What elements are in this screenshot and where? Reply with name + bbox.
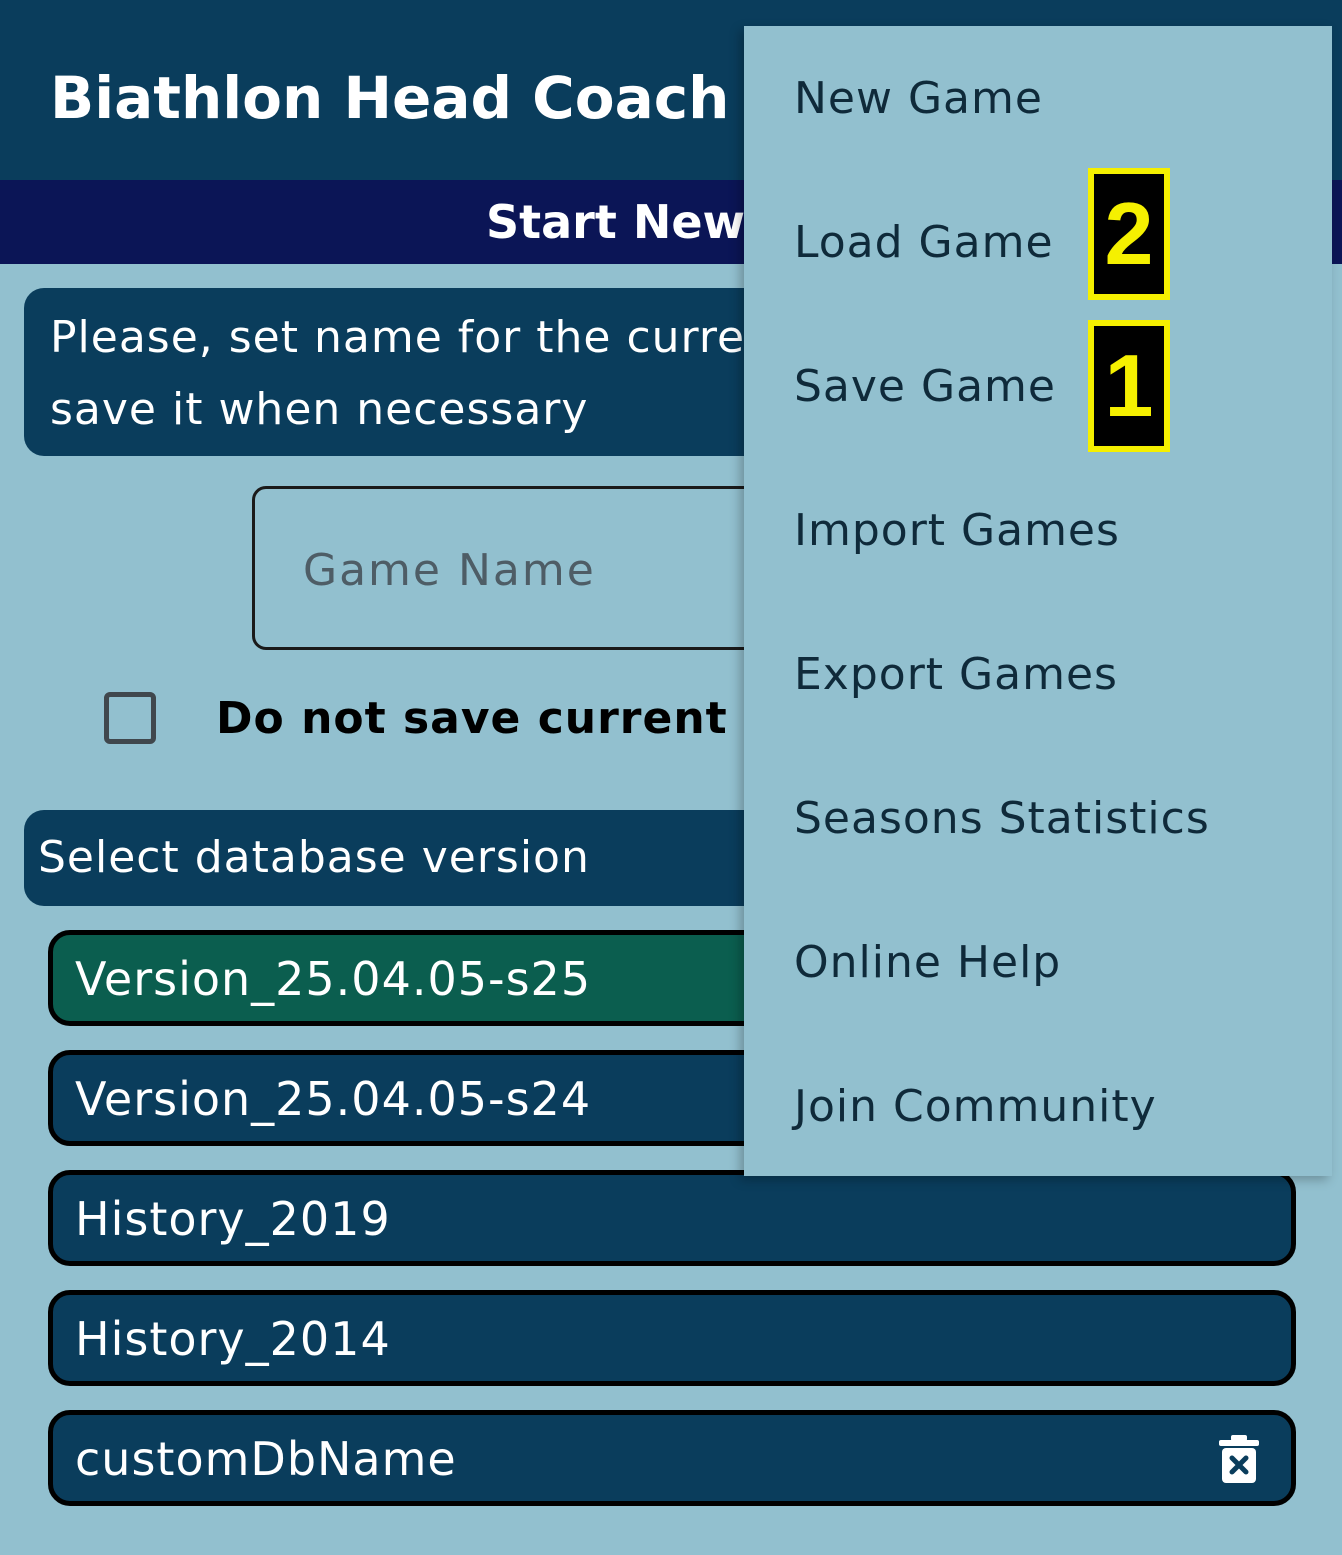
menu-item-load-game[interactable]: Load Game — [794, 208, 1054, 278]
db-item-label: Version_25.04.05-s24 — [75, 1072, 592, 1126]
app-title: Biathlon Head Coach — [50, 64, 730, 132]
overflow-menu: New Game Load Game Save Game Import Game… — [744, 26, 1332, 1176]
menu-item-new-game[interactable]: New Game — [794, 64, 1043, 134]
menu-item-import-games[interactable]: Import Games — [794, 496, 1120, 566]
db-item-label: customDbName — [75, 1432, 457, 1486]
trash-icon[interactable] — [1219, 1435, 1259, 1483]
badge-load-game: 2 — [1088, 168, 1170, 300]
db-item-label: Version_25.04.05-s25 — [75, 952, 592, 1006]
do-not-save-checkbox[interactable] — [104, 692, 156, 744]
db-item-history-2019[interactable]: History_2019 — [48, 1170, 1296, 1266]
menu-item-online-help[interactable]: Online Help — [794, 928, 1061, 998]
menu-item-save-game[interactable]: Save Game — [794, 352, 1056, 422]
menu-item-join-community[interactable]: Join Community — [794, 1072, 1157, 1142]
badge-save-game: 1 — [1088, 320, 1170, 452]
db-item-label: History_2014 — [75, 1312, 391, 1366]
menu-item-seasons-statistics[interactable]: Seasons Statistics — [794, 784, 1210, 854]
db-item-custom[interactable]: customDbName — [48, 1410, 1296, 1506]
db-item-history-2014[interactable]: History_2014 — [48, 1290, 1296, 1386]
db-item-label: History_2019 — [75, 1192, 391, 1246]
database-section-title: Select database version — [38, 832, 590, 883]
menu-item-export-games[interactable]: Export Games — [794, 640, 1118, 710]
